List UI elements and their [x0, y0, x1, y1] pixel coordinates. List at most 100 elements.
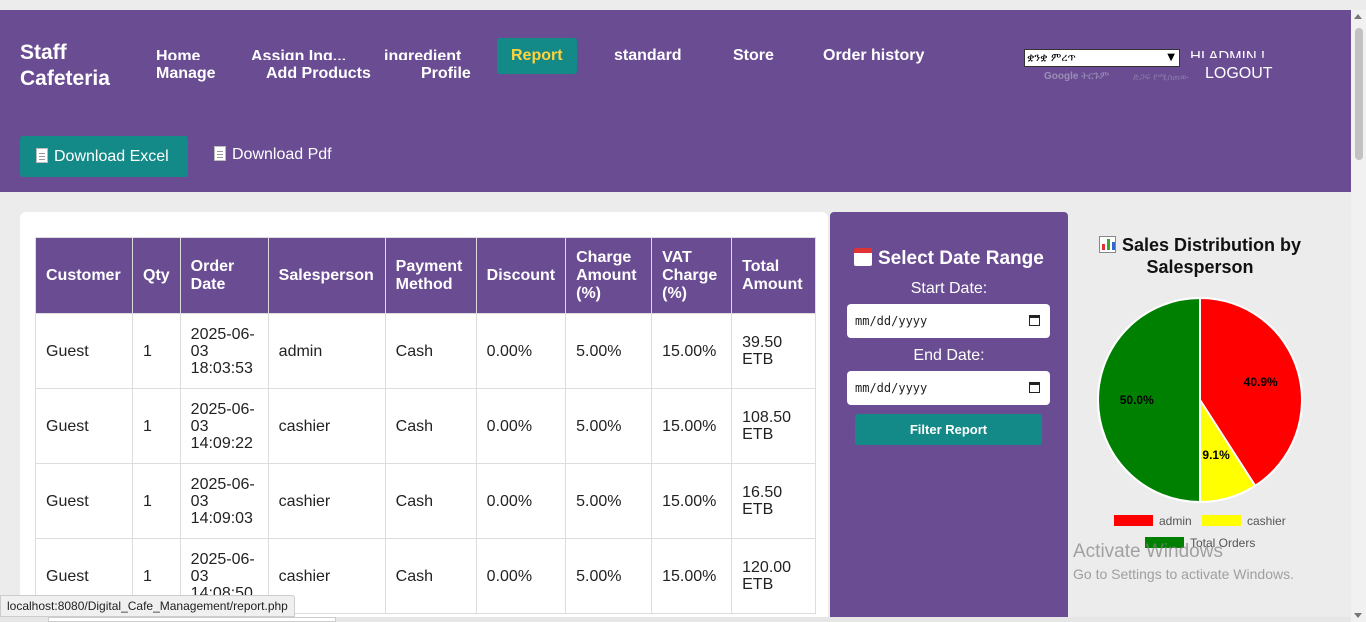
- end-date-placeholder: mm/dd/yyyy: [855, 381, 928, 395]
- cell-charge: 5.00%: [565, 538, 653, 614]
- windows-activation-watermark-text: Go to Settings to activate Windows.: [1073, 566, 1294, 582]
- cell-payment-method: Cash: [384, 313, 477, 389]
- col-qty: Qty: [132, 237, 181, 314]
- date-filter-panel: Select Date Range Start Date: mm/dd/yyyy…: [830, 212, 1068, 622]
- cell-charge: 5.00%: [565, 313, 653, 389]
- cell-customer: Guest: [35, 313, 133, 389]
- orders-table: Customer Qty Order Date Salesperson Paym…: [35, 237, 817, 614]
- download-excel-label: Download Excel: [54, 148, 169, 165]
- scroll-up-icon[interactable]: [1354, 14, 1362, 19]
- legend-swatch: [1114, 515, 1153, 526]
- nav-report[interactable]: Report: [497, 38, 577, 74]
- table-header-row: Customer Qty Order Date Salesperson Paym…: [35, 237, 817, 314]
- horizontal-scrollbar[interactable]: [0, 617, 1351, 622]
- cell-payment-method: Cash: [384, 538, 477, 614]
- cell-payment-method: Cash: [384, 388, 477, 464]
- pie-label-total-orders: 50.0%: [1120, 393, 1154, 407]
- calendar-icon[interactable]: [1029, 315, 1040, 326]
- cell-discount: 0.00%: [475, 313, 567, 389]
- cell-order-date: 2025-06-03 14:09:22: [179, 388, 269, 464]
- end-date-input[interactable]: mm/dd/yyyy: [847, 371, 1050, 405]
- nav-ingredient[interactable]: ingredient: [384, 48, 461, 60]
- cell-vat: 15.00%: [651, 538, 733, 614]
- top-header: Staff Cafeteria Home Assign Ing... ingre…: [0, 10, 1351, 192]
- download-pdf-label: Download Pdf: [232, 146, 332, 163]
- download-pdf-button[interactable]: Download Pdf: [214, 146, 332, 164]
- pie-label-admin: 40.9%: [1244, 375, 1278, 389]
- cell-total: 39.50 ETB: [731, 313, 817, 389]
- legend-label: admin: [1159, 514, 1192, 528]
- legend-item-admin[interactable]: admin: [1114, 514, 1192, 528]
- legend-label: cashier: [1247, 514, 1286, 528]
- nav-home[interactable]: Home: [156, 48, 200, 60]
- cell-customer: Guest: [35, 388, 133, 464]
- cell-vat: 15.00%: [651, 313, 733, 389]
- chart-title: Sales Distribution by Salesperson: [1080, 234, 1320, 278]
- sales-pie-chart: 40.9% 9.1% 50.0%: [1097, 296, 1303, 504]
- scroll-down-icon[interactable]: [1354, 613, 1362, 618]
- bar-chart-icon: [1098, 236, 1116, 253]
- cell-salesperson: cashier: [267, 388, 386, 464]
- cell-discount: 0.00%: [475, 463, 567, 539]
- cell-vat: 15.00%: [651, 388, 733, 464]
- col-customer: Customer: [35, 237, 133, 314]
- nav-profile[interactable]: Profile: [421, 65, 471, 83]
- nav-manage[interactable]: Manage: [156, 65, 216, 83]
- table-row: Guest 1 2025-06-03 18:03:53 admin Cash 0…: [35, 313, 817, 389]
- chart-title-text: Sales Distribution by Salesperson: [1121, 235, 1302, 277]
- google-translate-badge[interactable]: Google ትርጉም: [1044, 71, 1109, 82]
- pie-label-cashier: 9.1%: [1202, 448, 1230, 462]
- nav-order-history[interactable]: Order history: [823, 47, 924, 65]
- cell-discount: 0.00%: [475, 388, 567, 464]
- cell-payment-method: Cash: [384, 463, 477, 539]
- cell-total: 108.50 ETB: [731, 388, 817, 464]
- col-vat-charge: VAT Charge (%): [651, 237, 733, 314]
- cell-salesperson: admin: [267, 313, 386, 389]
- chevron-down-icon: ▼: [1167, 52, 1175, 63]
- nav-add-products[interactable]: Add Products: [266, 65, 371, 83]
- cell-qty: 1: [132, 388, 181, 464]
- report-table-card: Customer Qty Order Date Salesperson Paym…: [20, 212, 828, 622]
- end-date-label: End Date:: [913, 347, 985, 364]
- brand-logo: Staff Cafeteria: [20, 40, 110, 92]
- translate-dim-text: ድጋፍ የሚሰጠው: [1133, 72, 1189, 82]
- translate-label: ትርጉም: [1081, 71, 1110, 82]
- table-row: Guest 1 2025-06-03 14:09:03 cashier Cash…: [35, 463, 817, 539]
- language-select[interactable]: ቋንቋ ምረጥ ▼: [1024, 49, 1180, 67]
- scrollbar-thumb[interactable]: [1355, 28, 1363, 160]
- start-date-input[interactable]: mm/dd/yyyy: [847, 304, 1050, 338]
- calendar-icon: [854, 248, 872, 266]
- legend-item-cashier[interactable]: cashier: [1202, 514, 1286, 528]
- nav-standard[interactable]: standard: [614, 47, 682, 65]
- cell-total: 120.00 ETB: [731, 538, 817, 614]
- col-payment-method: Payment Method: [384, 237, 477, 314]
- legend-swatch: [1202, 515, 1241, 526]
- cell-customer: Guest: [35, 463, 133, 539]
- user-greeting: HI ADMIN !: [1190, 48, 1266, 58]
- cell-charge: 5.00%: [565, 388, 653, 464]
- date-range-title: Select Date Range: [854, 248, 1044, 270]
- browser-status-url: localhost:8080/Digital_Cafe_Management/r…: [0, 595, 295, 617]
- filter-report-button[interactable]: Filter Report: [855, 414, 1042, 445]
- brand-line-1: Staff: [20, 41, 67, 64]
- cell-salesperson: cashier: [267, 463, 386, 539]
- cell-order-date: 2025-06-03 18:03:53: [179, 313, 269, 389]
- col-charge-amount: Charge Amount (%): [565, 237, 653, 314]
- table-row: Guest 1 2025-06-03 14:09:22 cashier Cash…: [35, 388, 817, 464]
- download-excel-button[interactable]: Download Excel: [20, 136, 188, 177]
- document-icon: [214, 146, 226, 161]
- vertical-scrollbar[interactable]: [1351, 10, 1366, 622]
- horizontal-scrollbar-thumb[interactable]: [48, 617, 336, 622]
- nav-store[interactable]: Store: [733, 47, 774, 65]
- calendar-icon[interactable]: [1029, 382, 1040, 393]
- logout-link[interactable]: LOGOUT: [1205, 65, 1273, 83]
- col-total-amount: Total Amount: [731, 237, 817, 314]
- cell-order-date: 2025-06-03 14:09:03: [179, 463, 269, 539]
- nav-assign-ingredient[interactable]: Assign Ing...: [251, 48, 346, 60]
- google-logo: Google: [1044, 71, 1079, 82]
- cell-total: 16.50 ETB: [731, 463, 817, 539]
- cell-discount: 0.00%: [475, 538, 567, 614]
- browser-top-strip: [0, 0, 1366, 10]
- cell-qty: 1: [132, 313, 181, 389]
- start-date-placeholder: mm/dd/yyyy: [855, 314, 928, 328]
